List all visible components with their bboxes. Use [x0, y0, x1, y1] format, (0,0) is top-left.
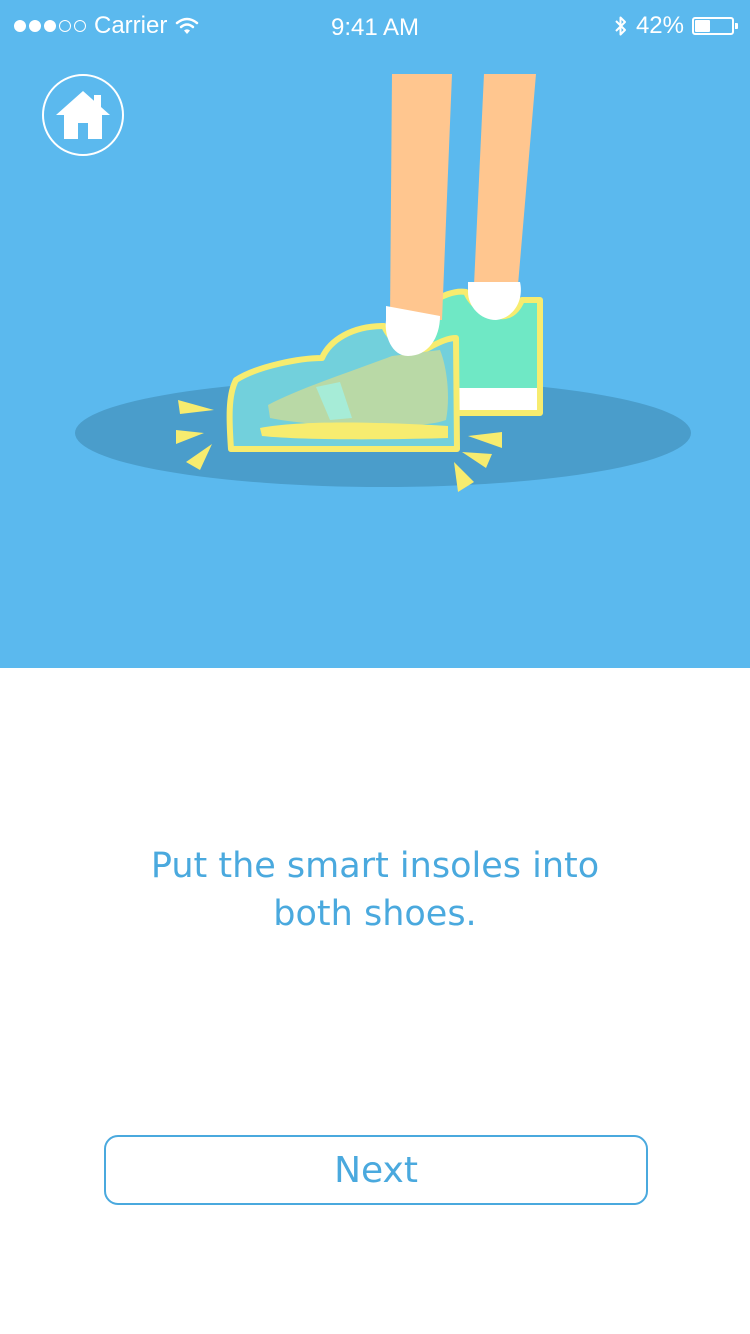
instruction-text: Put the smart insoles into both shoes. — [100, 842, 650, 938]
battery-icon — [692, 17, 738, 35]
battery-fill — [695, 20, 711, 32]
instruction-line-2: both shoes. — [273, 894, 477, 934]
instruction-line-1: Put the smart insoles into — [150, 846, 600, 886]
battery-percent: 42% — [635, 12, 684, 39]
next-button[interactable]: Next — [104, 1135, 648, 1205]
home-icon — [56, 91, 110, 139]
back-shoe-sole — [456, 388, 537, 410]
next-button-label: Next — [334, 1149, 418, 1191]
bluetooth-icon — [615, 16, 626, 36]
back-leg — [474, 74, 536, 285]
status-right: 42% — [614, 12, 738, 40]
front-leg — [390, 74, 452, 320]
hero-illustration-panel: Carrier 9:41 AM 42% — [0, 0, 750, 668]
home-button[interactable] — [42, 74, 124, 156]
status-bar: Carrier 9:41 AM 42% — [0, 0, 750, 56]
battery-tip — [735, 23, 738, 29]
insole — [260, 422, 448, 440]
